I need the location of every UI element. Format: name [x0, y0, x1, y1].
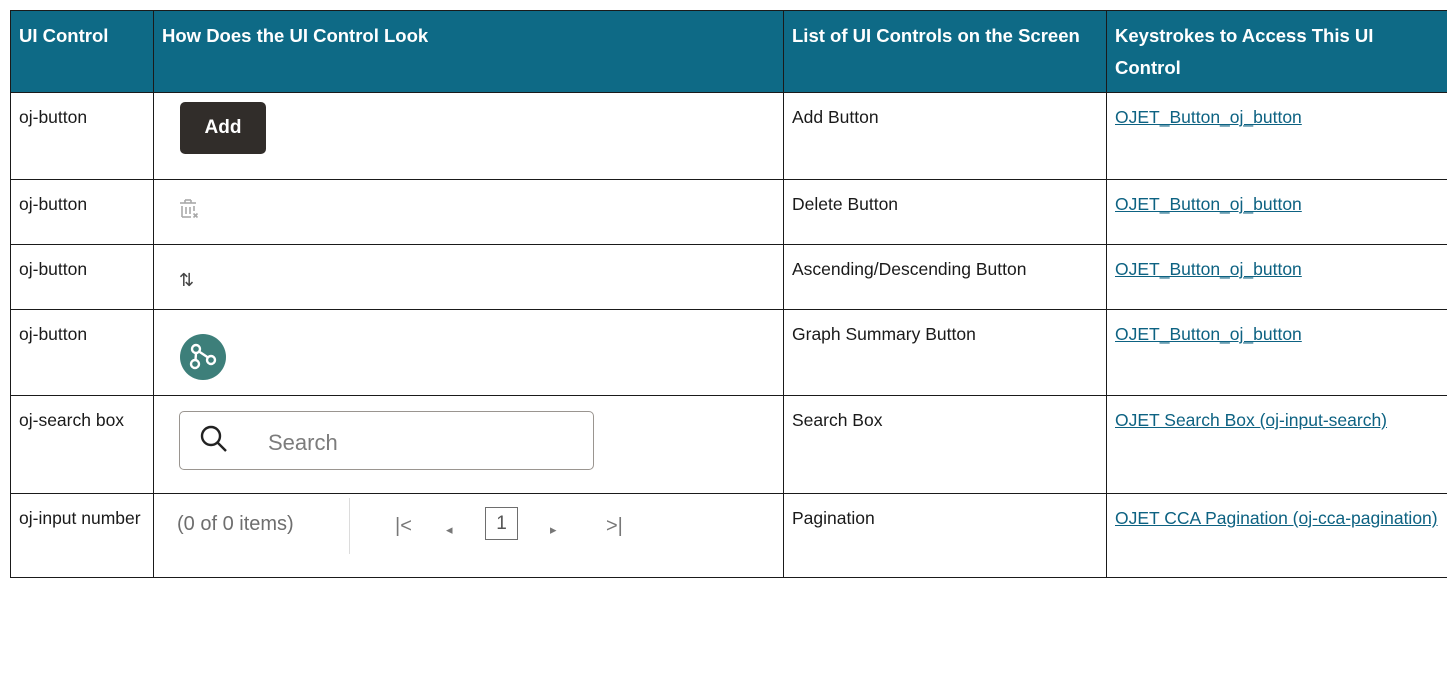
name-cell: Search Box	[784, 396, 1107, 494]
link-cell: OJET Search Box (oj-input-search)	[1107, 396, 1447, 494]
keystroke-link[interactable]: OJET CCA Pagination (oj-cca-pagination)	[1115, 508, 1438, 528]
control-cell: oj-button	[11, 310, 154, 396]
link-cell: OJET_Button_oj_button	[1107, 180, 1447, 245]
table-row: oj-button ⇅ Ascending/Descending Button …	[11, 245, 1447, 310]
control-cell: oj-search box	[11, 396, 154, 494]
name-cell: Graph Summary Button	[784, 310, 1107, 396]
control-cell: oj-input number	[11, 494, 154, 578]
search-input[interactable]: Search	[179, 411, 594, 470]
keystroke-link[interactable]: OJET_Button_oj_button	[1115, 324, 1302, 344]
search-placeholder: Search	[268, 431, 338, 455]
pagination: (0 of 0 items) |< ◂ 1 ▸ >|	[154, 494, 783, 578]
visual-cell: ⇅	[154, 245, 784, 310]
search-icon	[199, 424, 229, 454]
table-row: oj-button	[11, 180, 1447, 245]
link-cell: OJET_Button_oj_button	[1107, 93, 1447, 180]
graph-summary-icon	[180, 334, 226, 380]
graph-summary-button[interactable]	[180, 334, 226, 380]
name-cell: Pagination	[784, 494, 1107, 578]
visual-cell: (0 of 0 items) |< ◂ 1 ▸ >|	[154, 494, 784, 578]
pagination-info: (0 of 0 items)	[177, 512, 294, 536]
prev-page-icon[interactable]: ◂	[446, 518, 453, 542]
keystroke-link[interactable]: OJET_Button_oj_button	[1115, 194, 1302, 214]
first-page-icon[interactable]: |<	[395, 514, 412, 538]
link-cell: OJET CCA Pagination (oj-cca-pagination)	[1107, 494, 1447, 578]
header-keystrokes: Keystrokes to Access This UI Control	[1107, 11, 1447, 93]
name-cell: Ascending/Descending Button	[784, 245, 1107, 310]
control-cell: oj-button	[11, 245, 154, 310]
keystroke-link[interactable]: OJET Search Box (oj-input-search)	[1115, 410, 1387, 430]
control-cell: oj-button	[11, 93, 154, 180]
header-controls-list: List of UI Controls on the Screen	[784, 11, 1107, 93]
visual-cell	[154, 310, 784, 396]
table-row: oj-input number (0 of 0 items) |< ◂ 1 ▸ …	[11, 494, 1447, 578]
table-row: oj-button Add Add Button OJET_Button_oj_…	[11, 93, 1447, 180]
trash-icon[interactable]	[178, 197, 200, 229]
add-button[interactable]: Add	[180, 102, 266, 154]
visual-cell: Add	[154, 93, 784, 180]
header-look: How Does the UI Control Look	[154, 11, 784, 93]
pagination-divider	[349, 498, 350, 554]
last-page-icon[interactable]: >|	[606, 514, 623, 538]
name-cell: Delete Button	[784, 180, 1107, 245]
visual-cell	[154, 180, 784, 245]
header-ui-control: UI Control	[11, 11, 154, 93]
control-cell: oj-button	[11, 180, 154, 245]
sort-arrows-icon[interactable]: ⇅	[179, 268, 192, 292]
page-number-input[interactable]: 1	[485, 507, 518, 540]
link-cell: OJET_Button_oj_button	[1107, 310, 1447, 396]
table-row: oj-search box Search Search Box OJET Sea…	[11, 396, 1447, 494]
table-row: oj-button Graph Summary Button OJET_Butt…	[11, 310, 1447, 396]
link-cell: OJET_Button_oj_button	[1107, 245, 1447, 310]
keystroke-link[interactable]: OJET_Button_oj_button	[1115, 107, 1302, 127]
ui-controls-table: UI Control How Does the UI Control Look …	[10, 10, 1447, 578]
visual-cell: Search	[154, 396, 784, 494]
next-page-icon[interactable]: ▸	[550, 518, 557, 542]
keystroke-link[interactable]: OJET_Button_oj_button	[1115, 259, 1302, 279]
table-header-row: UI Control How Does the UI Control Look …	[11, 11, 1447, 93]
name-cell: Add Button	[784, 93, 1107, 180]
